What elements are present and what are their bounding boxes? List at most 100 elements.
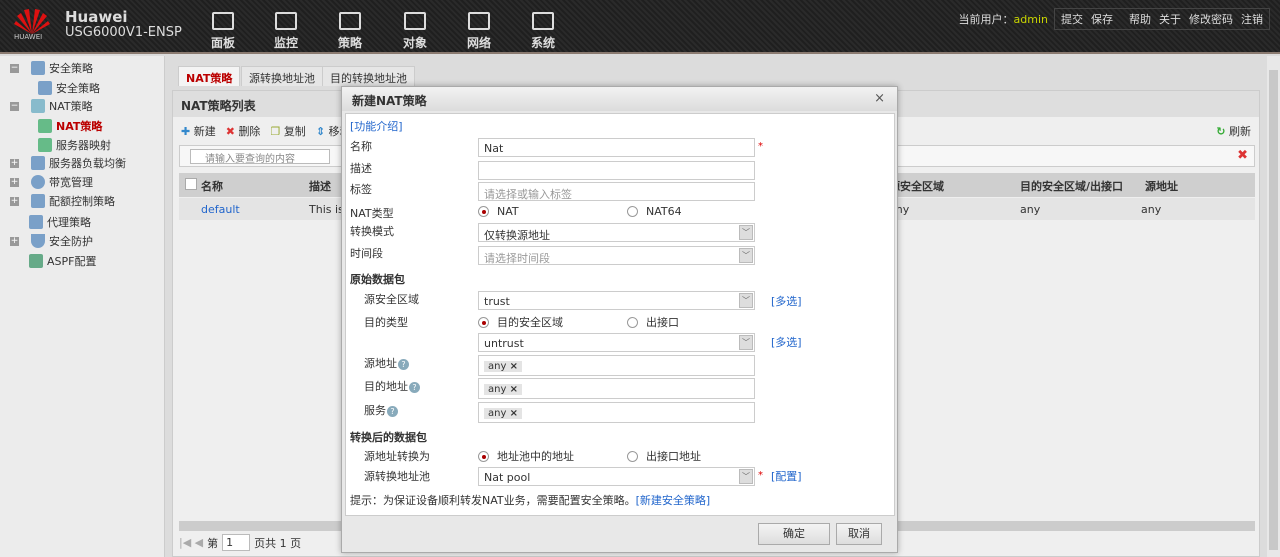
service-input[interactable]: any ×	[478, 402, 755, 423]
brand-name: Huawei	[65, 8, 128, 26]
vertical-scrollbar[interactable]	[1267, 56, 1280, 557]
nat-type-nat64-radio[interactable]: NAT64	[627, 205, 682, 218]
column-desc[interactable]: 描述	[309, 178, 331, 194]
copy-button[interactable]: ❐ 复制	[270, 123, 305, 139]
name-input[interactable]: Nat	[478, 138, 755, 157]
nav-monitor[interactable]: 监控	[266, 12, 306, 51]
nav-label: 策略	[337, 36, 362, 50]
help-icon: ?	[398, 359, 409, 370]
search-input[interactable]: 请输入要查询的内容	[190, 149, 330, 165]
system-icon	[532, 12, 554, 30]
about-link[interactable]: 关于	[1159, 11, 1181, 27]
policy-dst-zone: any	[1020, 203, 1041, 216]
sidebar-item-proxy[interactable]: 代理策略	[29, 214, 91, 230]
src-zone-select[interactable]: trust ﹀	[478, 291, 755, 310]
expand-icon[interactable]: +	[10, 236, 19, 246]
pager: |◀ ◀ 第 1 页共 1 页	[179, 534, 301, 551]
src-addr-label: 源地址?	[364, 355, 409, 371]
sidebar-item-protection[interactable]: + 安全防护	[10, 233, 93, 249]
refresh-button[interactable]: ↻ 刷新	[1216, 123, 1251, 139]
new-security-policy-link[interactable]: [新建安全策略]	[636, 494, 711, 507]
page-input[interactable]: 1	[222, 534, 251, 551]
expand-icon[interactable]: +	[10, 177, 19, 187]
sidebar-item-server-mapping[interactable]: 服务器映射	[38, 137, 111, 153]
chevron-down-icon: ﹀	[739, 335, 753, 350]
network-icon	[468, 12, 490, 30]
collapse-icon[interactable]: −	[10, 101, 19, 111]
close-icon[interactable]: ×	[874, 91, 885, 106]
sidebar-item-aspf[interactable]: ASPF配置	[29, 253, 96, 269]
src-addr-input[interactable]: any ×	[478, 355, 755, 376]
clear-search-icon[interactable]: ✖	[1237, 148, 1248, 163]
sidebar-item-quota[interactable]: + 配额控制策略	[10, 193, 115, 209]
dst-type-interface-radio[interactable]: 出接口	[627, 314, 679, 330]
sidebar-label: 服务器负载均衡	[49, 157, 126, 170]
pool-config-link[interactable]: [配置]	[771, 468, 802, 484]
sidebar-item-nat-policy[interactable]: − NAT策略	[10, 98, 93, 114]
original-packet-section: 原始数据包	[350, 273, 405, 286]
dst-addr-input[interactable]: any ×	[478, 378, 755, 399]
column-src-addr[interactable]: 源地址	[1145, 178, 1178, 194]
change-password-link[interactable]: 修改密码	[1189, 11, 1233, 27]
tab-destination-pool[interactable]: 目的转换地址池	[322, 66, 415, 86]
save-link[interactable]: 保存	[1091, 11, 1113, 27]
nav-object[interactable]: 对象	[395, 12, 435, 51]
src-zone-multi-link[interactable]: [多选]	[771, 293, 802, 309]
nat-icon	[31, 99, 45, 113]
select-all-checkbox[interactable]	[185, 178, 197, 190]
chevron-down-icon: ﹀	[739, 293, 753, 308]
sidebar-label: 服务器映射	[56, 139, 111, 152]
pool-select[interactable]: Nat pool ﹀	[478, 467, 755, 486]
any-tag: any ×	[484, 361, 522, 372]
first-page-icon[interactable]: |◀ ◀	[179, 536, 203, 549]
nav-network[interactable]: 网络	[459, 12, 499, 51]
sidebar-label: 带宽管理	[49, 176, 93, 189]
collapse-icon[interactable]: −	[10, 63, 19, 73]
pager-total: 页共 1 页	[254, 536, 302, 550]
expand-icon[interactable]: +	[10, 158, 19, 168]
required-mark: *	[758, 141, 763, 152]
chevron-down-icon: ﹀	[739, 225, 753, 240]
help-link[interactable]: 帮助	[1129, 11, 1151, 27]
dst-zone-select[interactable]: untrust ﹀	[478, 333, 755, 352]
desc-input[interactable]	[478, 161, 755, 180]
src-trans-pool-radio[interactable]: 地址池中的地址	[478, 448, 574, 464]
column-name[interactable]: 名称	[201, 178, 223, 194]
tab-source-pool[interactable]: 源转换地址池	[241, 66, 323, 86]
sidebar-item-security-policy[interactable]: − 安全策略	[10, 60, 93, 76]
delete-button[interactable]: ✖ 删除	[226, 123, 261, 139]
dst-type-zone-radio[interactable]: 目的安全区域	[478, 314, 563, 330]
sidebar-label: 安全防护	[49, 235, 93, 248]
dst-addr-label: 目的地址?	[364, 378, 420, 394]
src-zone-label: 源安全区域	[364, 293, 419, 306]
nat-type-label: NAT类型	[350, 207, 394, 220]
nav-policy[interactable]: 策略	[330, 12, 370, 51]
expand-icon[interactable]: +	[10, 196, 19, 206]
proxy-icon	[29, 215, 43, 229]
monitor-icon	[275, 12, 297, 30]
sidebar-item-bandwidth[interactable]: + 带宽管理	[10, 174, 93, 190]
nav-system[interactable]: 系统	[523, 12, 563, 51]
dst-zone-multi-link[interactable]: [多选]	[771, 334, 802, 350]
tag-input[interactable]: 请选择或输入标签	[478, 182, 755, 201]
sidebar-item-security-policy-sub[interactable]: 安全策略	[38, 80, 100, 96]
help-icon: ?	[387, 406, 398, 417]
column-dst-zone[interactable]: 目的安全区域/出接口	[1020, 178, 1123, 194]
new-button[interactable]: ✚ 新建	[181, 123, 216, 139]
sidebar-item-nat-policy-sub[interactable]: NAT策略	[38, 118, 102, 134]
mode-select[interactable]: 仅转换源地址 ﹀	[478, 223, 755, 242]
ok-button[interactable]: 确定	[758, 523, 830, 545]
logout-link[interactable]: 注销	[1241, 11, 1263, 27]
object-icon	[404, 12, 426, 30]
src-trans-interface-radio[interactable]: 出接口地址	[627, 448, 701, 464]
cancel-button[interactable]: 取消	[836, 523, 882, 545]
intro-link[interactable]: [功能介绍]	[350, 118, 403, 134]
nat-type-nat-radio[interactable]: NAT	[478, 205, 519, 218]
tab-nat-policy[interactable]: NAT策略	[178, 66, 241, 86]
sidebar-label: 配额控制策略	[49, 195, 115, 208]
time-select[interactable]: 请选择时间段 ﹀	[478, 246, 755, 265]
sidebar-item-slb[interactable]: + 服务器负载均衡	[10, 155, 126, 171]
policy-name-link[interactable]: default	[201, 203, 240, 216]
nav-dashboard[interactable]: 面板	[203, 12, 243, 51]
commit-link[interactable]: 提交	[1061, 11, 1083, 27]
